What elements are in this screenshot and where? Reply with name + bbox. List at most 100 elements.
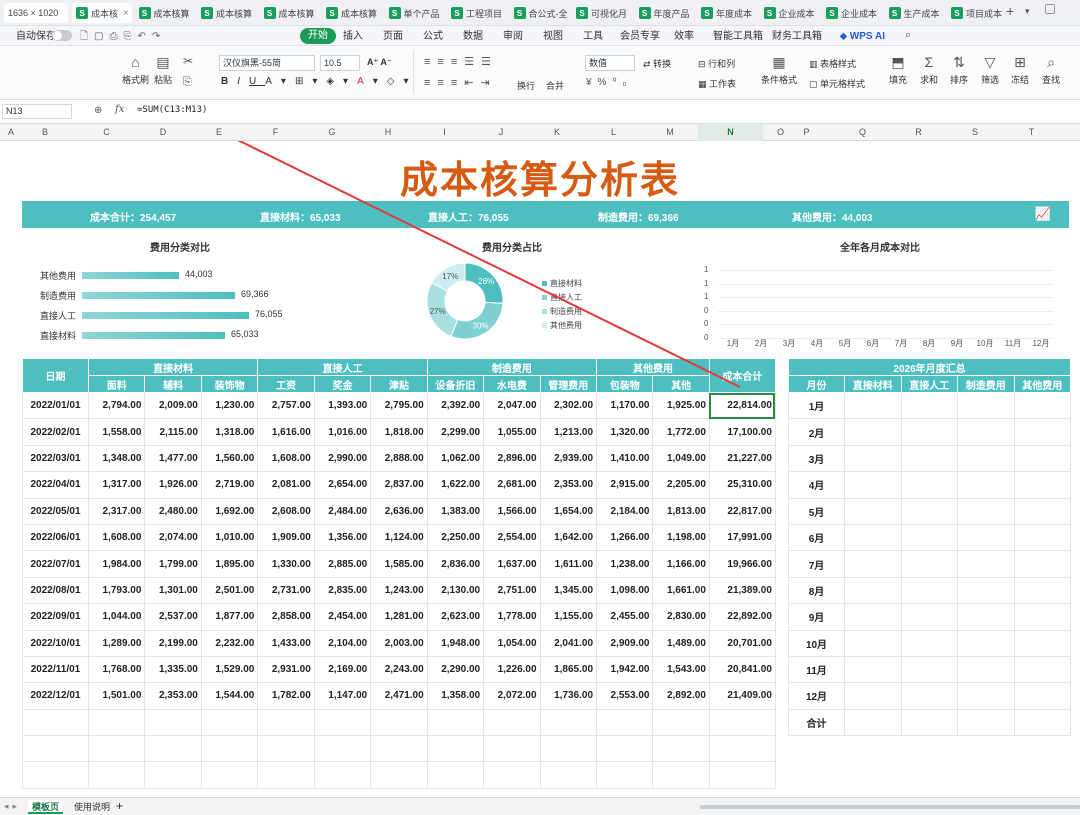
menu-item[interactable]: 智能工具箱 xyxy=(713,29,763,44)
value-cell[interactable]: 1,772.00 xyxy=(652,418,710,446)
summary-value-cell[interactable] xyxy=(957,523,1015,552)
date-cell[interactable]: 2022/07/01 xyxy=(22,550,89,578)
empty-cell[interactable] xyxy=(426,735,485,763)
value-cell[interactable]: 1,198.00 xyxy=(652,523,710,552)
window-tab[interactable]: S 项目成本 xyxy=(947,3,1007,23)
menu-item[interactable]: 公式 xyxy=(423,29,443,44)
date-cell[interactable]: 2022/06/01 xyxy=(22,523,89,552)
value-cell[interactable]: 1,213.00 xyxy=(539,418,598,446)
empty-cell[interactable] xyxy=(370,761,428,789)
summary-value-cell[interactable] xyxy=(900,682,958,710)
total-cell[interactable]: 25,310.00 xyxy=(708,471,776,499)
summary-value-cell[interactable] xyxy=(900,629,958,657)
value-cell[interactable]: 1,383.00 xyxy=(426,497,485,525)
total-cell[interactable]: 21,389.00 xyxy=(708,576,776,605)
month-cell[interactable]: 5月 xyxy=(788,497,845,525)
empty-cell[interactable] xyxy=(708,735,776,763)
empty-cell[interactable] xyxy=(313,708,372,737)
value-cell[interactable]: 1,622.00 xyxy=(426,471,485,499)
summary-value-cell[interactable] xyxy=(900,523,958,552)
total-cell[interactable]: 20,841.00 xyxy=(708,655,776,684)
value-cell[interactable]: 1,054.00 xyxy=(483,629,541,657)
date-cell[interactable]: 2022/11/01 xyxy=(22,655,89,684)
menu-item[interactable]: 视图 xyxy=(543,29,563,44)
empty-cell[interactable] xyxy=(200,735,259,763)
worksheet-button[interactable]: ▦ 工作表 xyxy=(698,77,736,90)
empty-cell[interactable] xyxy=(596,735,654,763)
value-cell[interactable]: 2,074.00 xyxy=(144,523,202,552)
summary-value-cell[interactable] xyxy=(957,576,1015,605)
value-cell[interactable]: 1,166.00 xyxy=(652,550,710,578)
value-cell[interactable]: 2,794.00 xyxy=(87,391,146,420)
sort-button[interactable]: ⇅ 排序 xyxy=(950,54,968,86)
value-cell[interactable]: 2,830.00 xyxy=(652,603,710,631)
value-cell[interactable]: 1,608.00 xyxy=(87,523,146,552)
month-cell[interactable]: 10月 xyxy=(788,629,845,657)
summary-value-cell[interactable] xyxy=(957,444,1015,473)
value-cell[interactable]: 1,692.00 xyxy=(200,497,259,525)
wrap-text-button[interactable]: 换行 xyxy=(517,79,535,92)
window-tab[interactable]: S 合公式-全 xyxy=(510,3,570,23)
summary-value-cell[interactable] xyxy=(1013,629,1072,657)
value-cell[interactable]: 1,330.00 xyxy=(257,550,315,578)
total-cell[interactable]: 17,100.00 xyxy=(708,418,776,446)
value-cell[interactable]: 2,299.00 xyxy=(426,418,485,446)
summary-value-cell[interactable] xyxy=(1013,576,1072,605)
value-cell[interactable]: 2,837.00 xyxy=(370,471,428,499)
value-cell[interactable]: 1,736.00 xyxy=(539,682,598,710)
value-cell[interactable]: 1,055.00 xyxy=(483,418,541,446)
value-cell[interactable]: 2,484.00 xyxy=(313,497,372,525)
value-cell[interactable]: 1,984.00 xyxy=(87,550,146,578)
line-chart[interactable]: 1 1 1 0 0 0 1月 2月 3月 4月 5月 6月 7月 8月 9月 10月 11月 12月 xyxy=(700,256,1060,351)
value-cell[interactable]: 1,558.00 xyxy=(87,418,146,446)
align-horizontal-icons[interactable]: ≡≡≡⇤⇥ xyxy=(424,76,497,89)
month-cell[interactable]: 1月 xyxy=(788,391,845,420)
month-cell[interactable]: 12月 xyxy=(788,682,845,710)
sheet-tab[interactable]: 模板页 xyxy=(28,800,64,814)
value-cell[interactable]: 1,895.00 xyxy=(200,550,259,578)
summary-value-cell[interactable] xyxy=(1013,523,1072,552)
value-cell[interactable]: 2,553.00 xyxy=(596,682,654,710)
value-cell[interactable]: 2,072.00 xyxy=(483,682,541,710)
summary-value-cell[interactable] xyxy=(957,629,1015,657)
value-cell[interactable]: 1,062.00 xyxy=(426,444,485,473)
month-cell[interactable]: 6月 xyxy=(788,523,845,552)
total-cell[interactable]: 21,227.00 xyxy=(708,444,776,473)
value-cell[interactable]: 1,501.00 xyxy=(87,682,146,710)
summary-value-cell[interactable] xyxy=(900,418,958,446)
value-cell[interactable]: 2,184.00 xyxy=(596,497,654,525)
date-cell[interactable]: 2022/05/01 xyxy=(22,497,89,525)
value-cell[interactable]: 1,281.00 xyxy=(370,603,428,631)
empty-cell[interactable] xyxy=(708,761,776,789)
summary-value-cell[interactable] xyxy=(844,418,902,446)
summary-value-cell[interactable] xyxy=(957,418,1015,446)
value-cell[interactable]: 1,793.00 xyxy=(87,576,146,605)
empty-cell[interactable] xyxy=(652,708,710,737)
value-cell[interactable]: 1,226.00 xyxy=(483,655,541,684)
window-tab[interactable]: S 单个产品 xyxy=(385,3,445,23)
window-tab[interactable]: S 成本核算 xyxy=(197,3,257,23)
summary-value-cell[interactable] xyxy=(957,603,1015,631)
window-tab[interactable]: S 年度成本 xyxy=(697,3,757,23)
column-header-S[interactable]: S xyxy=(947,124,1003,141)
copy-icon[interactable]: ⎘ xyxy=(183,76,192,89)
empty-cell[interactable] xyxy=(539,761,598,789)
value-cell[interactable]: 2,353.00 xyxy=(539,471,598,499)
value-cell[interactable]: 2,471.00 xyxy=(370,682,428,710)
summary-value-cell[interactable] xyxy=(1013,391,1072,420)
value-cell[interactable]: 1,585.00 xyxy=(370,550,428,578)
search-icon[interactable]: ⌕ xyxy=(905,29,911,42)
empty-cell[interactable] xyxy=(539,708,598,737)
empty-cell[interactable] xyxy=(596,708,654,737)
empty-cell[interactable] xyxy=(596,761,654,789)
menu-item[interactable]: 开始 xyxy=(300,28,336,44)
summary-value-cell[interactable] xyxy=(957,655,1015,684)
column-header-E[interactable]: E xyxy=(191,124,247,141)
value-cell[interactable]: 2,939.00 xyxy=(539,444,598,473)
empty-cell[interactable] xyxy=(22,708,89,737)
value-cell[interactable]: 1,642.00 xyxy=(539,523,598,552)
window-tab[interactable]: S 工程项目 xyxy=(447,3,507,23)
empty-cell[interactable] xyxy=(144,735,202,763)
summary-value-cell[interactable] xyxy=(900,655,958,684)
value-cell[interactable]: 2,757.00 xyxy=(257,391,315,420)
